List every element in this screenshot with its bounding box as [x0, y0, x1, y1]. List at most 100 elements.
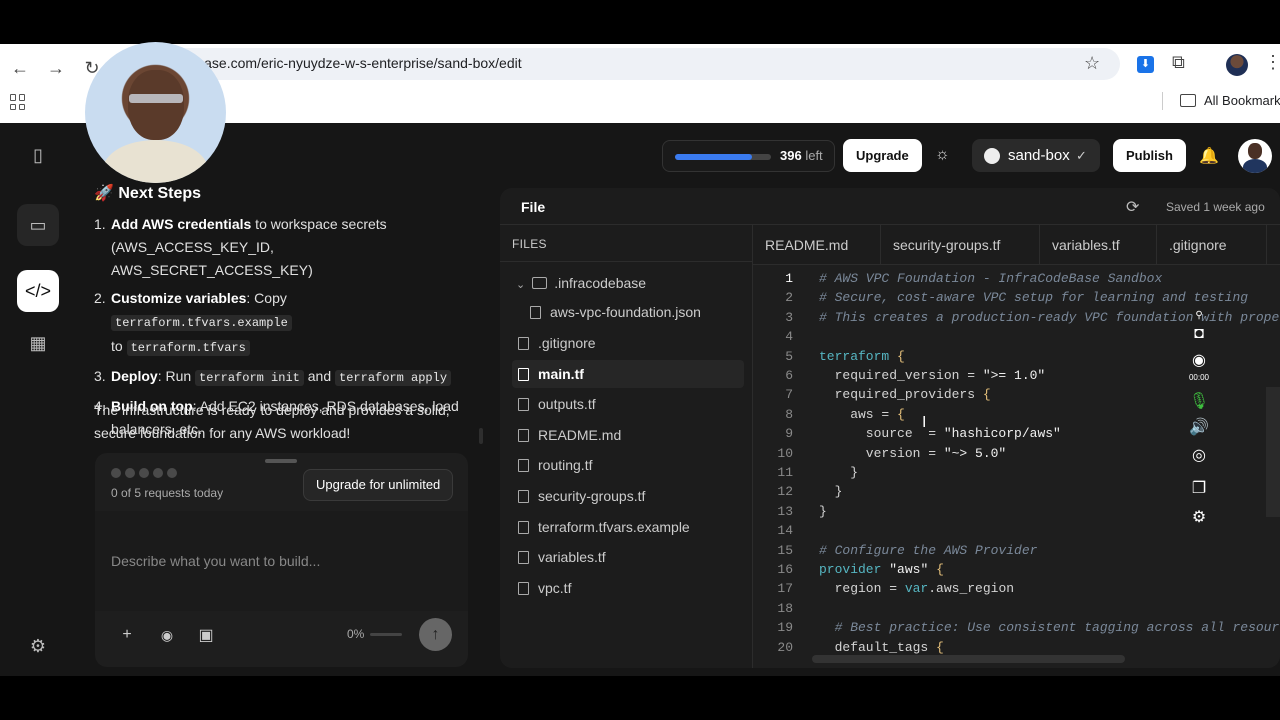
line-number: 14: [777, 523, 793, 539]
file-item[interactable]: README.md: [512, 421, 744, 449]
credits-left: 396 left: [780, 148, 823, 163]
letterbox-top: [0, 0, 1280, 44]
url-text[interactable]: codebase.com/eric-nyuydze-w-s-enterprise…: [166, 55, 522, 71]
more-menu-icon[interactable]: ⋮: [1264, 52, 1280, 73]
tab-security-groups[interactable]: security-groups.tf: [881, 225, 1040, 265]
eye-icon[interactable]: ◉: [155, 623, 179, 647]
download-extension-icon[interactable]: ⬇: [1137, 56, 1154, 73]
tab-gitignore[interactable]: .gitignore: [1157, 225, 1267, 265]
code-line: }: [819, 484, 843, 500]
forward-icon[interactable]: →: [42, 54, 70, 82]
profile-avatar[interactable]: [1226, 54, 1248, 76]
bookmark-star-icon[interactable]: ☆: [1084, 53, 1100, 74]
file-icon: [530, 306, 541, 319]
file-icon: [518, 459, 529, 473]
all-bookmarks-link[interactable]: All Bookmarks: [1204, 93, 1280, 108]
file-item[interactable]: security-groups.tf: [512, 482, 744, 510]
send-button[interactable]: ↑: [419, 618, 452, 651]
file-item[interactable]: vpc.tf: [512, 574, 744, 602]
chat-icon[interactable]: ▭: [17, 204, 59, 246]
inline-code: terraform.tfvars.example: [111, 315, 292, 331]
chat-scrollbar[interactable]: [479, 428, 483, 444]
file-name: security-groups.tf: [538, 488, 646, 504]
apps-grid-icon[interactable]: [10, 94, 26, 110]
drag-handle[interactable]: [265, 459, 297, 463]
line-number: 5: [785, 348, 793, 364]
editor-scrollbar[interactable]: [1266, 387, 1280, 517]
line-number: 6: [785, 368, 793, 383]
upgrade-unlimited-button[interactable]: Upgrade for unlimited: [303, 469, 454, 501]
context-percent: 0%: [347, 627, 365, 641]
recorder-settings-icon[interactable]: ⚙: [1188, 507, 1210, 529]
file-name: README.md: [538, 426, 622, 443]
file-icon: [518, 398, 529, 412]
rocket-icon: 🚀: [94, 185, 114, 202]
line-number: 17: [777, 581, 793, 597]
line-number: 7: [785, 387, 793, 403]
credits-fill: [675, 154, 752, 160]
editor-tabs: README.md security-groups.tf variables.t…: [753, 225, 1280, 265]
camera-icon[interactable]: ◘: [1188, 323, 1210, 345]
line-number: 10: [777, 445, 793, 461]
step-item: 2. Customize variables: Copy terraform.tf…: [94, 287, 464, 360]
line-number: 16: [777, 562, 793, 577]
prompt-input[interactable]: [95, 511, 468, 611]
bell-icon[interactable]: 🔔: [1199, 146, 1219, 166]
tab-variables[interactable]: variables.tf: [1040, 225, 1157, 265]
line-number: 8: [785, 406, 793, 422]
record-icon[interactable]: ◉: [1188, 350, 1210, 372]
saved-status: Saved 1 week ago: [1166, 200, 1265, 214]
step-text: to: [111, 338, 127, 354]
upgrade-button[interactable]: Upgrade: [843, 139, 922, 172]
text-cursor-icon: I: [922, 414, 927, 431]
step-number: 3.: [94, 368, 106, 384]
code-icon[interactable]: </>: [17, 270, 59, 312]
inline-code: terraform apply: [335, 370, 452, 386]
file-item[interactable]: variables.tf: [512, 543, 744, 571]
add-icon[interactable]: +: [115, 623, 139, 647]
context-progress: [370, 633, 402, 636]
code-line: provider "aws" {: [819, 562, 944, 577]
credits-suffix: left: [805, 148, 823, 163]
file-item[interactable]: .gitignore: [512, 329, 744, 357]
repo-button[interactable]: sand-box ✓: [972, 139, 1100, 172]
speaker-icon[interactable]: 🔊: [1188, 417, 1210, 439]
file-item[interactable]: main.tf: [512, 359, 744, 388]
tab-readme[interactable]: README.md: [753, 225, 881, 265]
microphone-icon[interactable]: 🎙: [1188, 391, 1210, 413]
inline-code: terraform.tfvars: [126, 340, 250, 356]
refresh-icon[interactable]: ⟳: [1126, 197, 1139, 217]
theme-sun-icon[interactable]: ☼: [935, 147, 951, 163]
app-root: ▯ ▭ </> ▦ ⚙ 🚀 Next Steps 1. Add AWS crede…: [0, 123, 1280, 676]
toggle-sidebar-icon[interactable]: ▯: [17, 134, 59, 176]
file-icon: [518, 490, 529, 503]
letterbox-bottom: [0, 676, 1280, 720]
folder-icon: [532, 277, 548, 289]
file-item[interactable]: routing.tf: [512, 451, 744, 479]
folder-icon: [1180, 94, 1196, 107]
webcam-overlay: [85, 42, 226, 183]
check-icon: ✓: [1076, 148, 1087, 163]
file-name: vpc.tf: [538, 579, 572, 596]
file-name: aws-vpc-foundation.json: [550, 304, 701, 320]
code-line: region = var.aws_region: [819, 581, 1015, 597]
code-line: source = "hashicorp/aws": [819, 426, 1061, 442]
file-item[interactable]: terraform.tfvars.example: [512, 513, 744, 541]
credits-number: 396: [780, 148, 802, 163]
folder-infracodebase[interactable]: ⌄ .infracodebase: [516, 269, 646, 297]
screens-icon[interactable]: ❐: [1188, 478, 1210, 500]
back-icon[interactable]: ←: [6, 54, 34, 82]
publish-button[interactable]: Publish: [1113, 139, 1186, 172]
editor-hscrollbar[interactable]: [812, 655, 1125, 663]
file-item[interactable]: outputs.tf: [512, 390, 744, 418]
extensions-icon[interactable]: ⧉: [1172, 52, 1185, 73]
layout-icon[interactable]: ▦: [17, 322, 59, 364]
code-line: terraform {: [819, 348, 905, 364]
settings-gear-icon[interactable]: ⚙: [17, 625, 59, 667]
webcam-icon[interactable]: ◎: [1188, 445, 1210, 467]
line-number: 18: [777, 600, 793, 616]
user-avatar[interactable]: [1238, 139, 1272, 173]
clipboard-icon[interactable]: ▣: [194, 623, 218, 647]
file-item[interactable]: aws-vpc-foundation.json: [530, 298, 701, 326]
file-panel: File ⟳ Saved 1 week ago FILES ⌄ .infracod…: [500, 188, 1280, 668]
